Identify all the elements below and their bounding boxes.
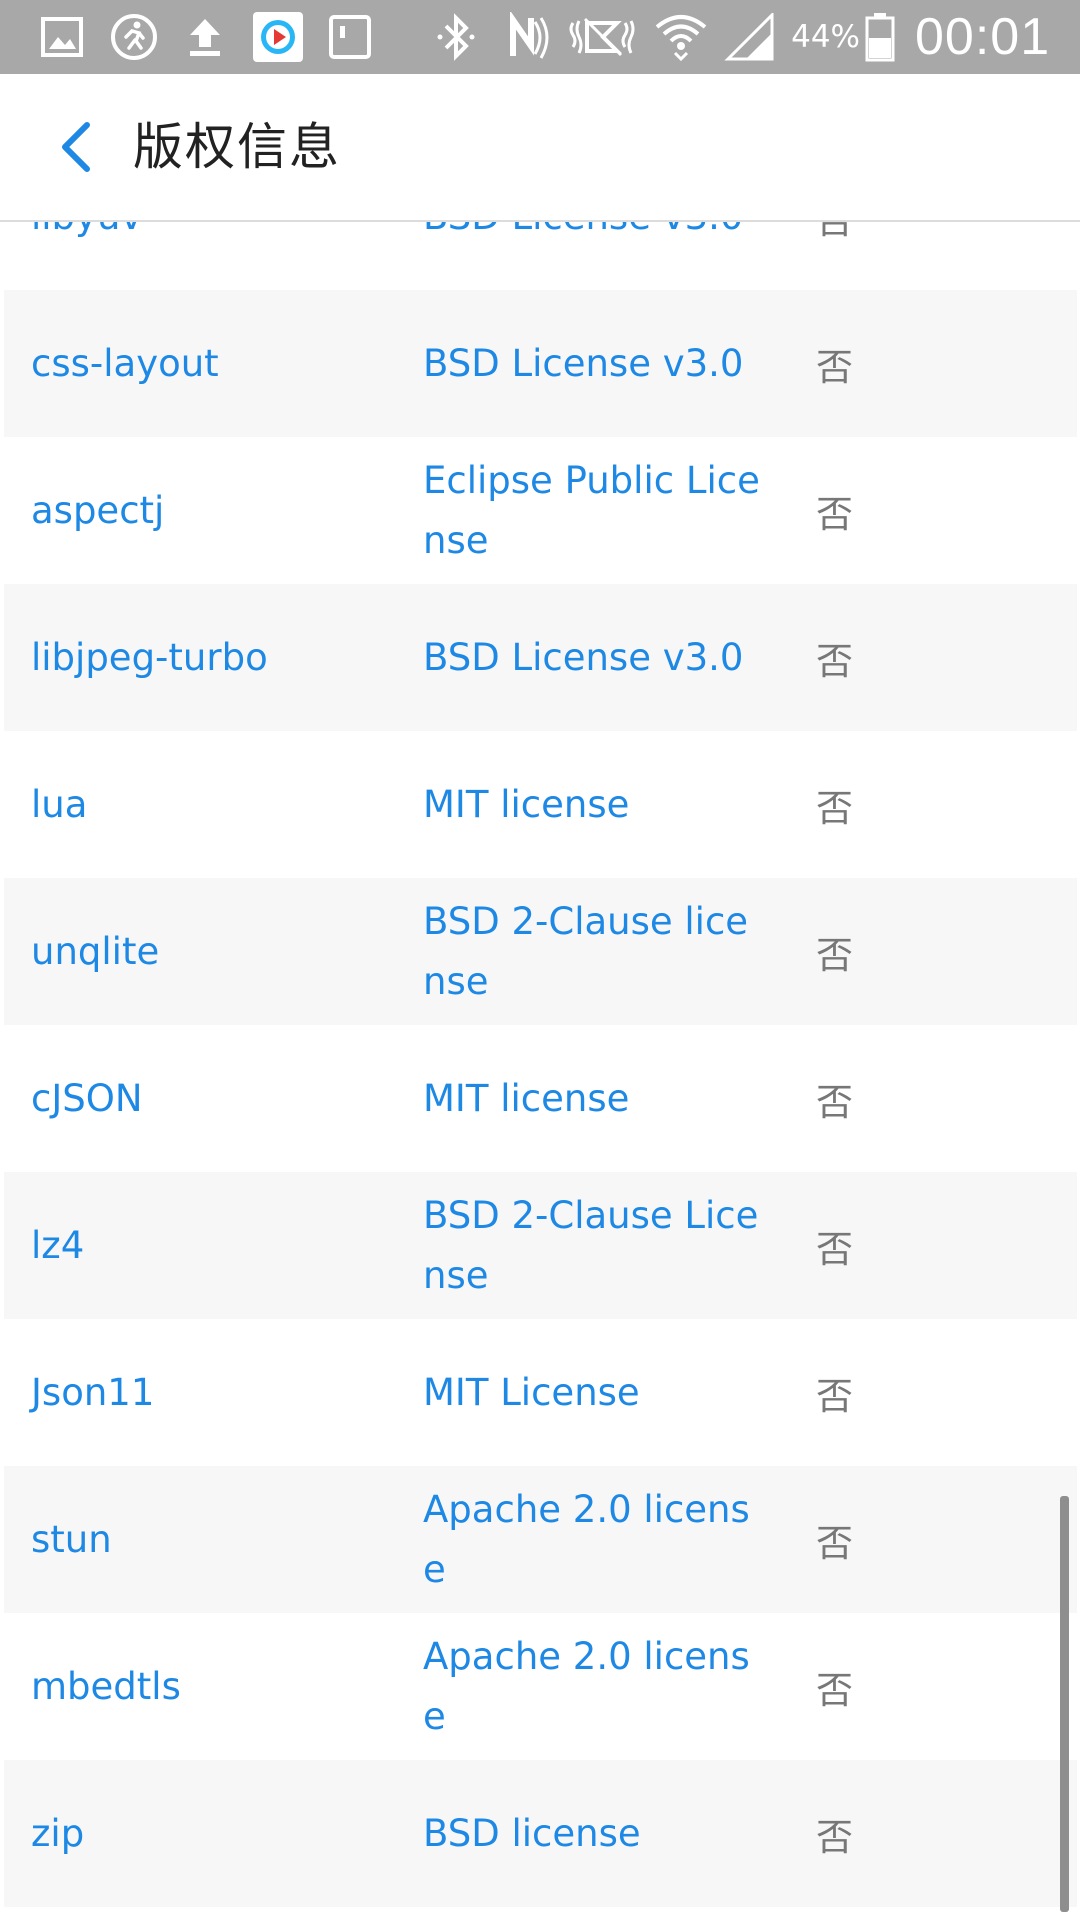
license-name[interactable]: MIT License <box>423 1319 768 1466</box>
library-name[interactable]: css-layout <box>31 290 401 437</box>
license-name[interactable]: BSD License v3.0 <box>423 222 768 290</box>
license-name[interactable]: MIT license <box>423 1025 768 1172</box>
modified-flag: 否 <box>816 1521 853 1565</box>
list-item[interactable]: Json11 MIT License 否 <box>4 1319 1077 1466</box>
modified-flag: 否 <box>816 786 853 830</box>
list-item[interactable]: aspectj Eclipse Public License 否 <box>4 437 1077 584</box>
modified-flag: 否 <box>816 639 853 683</box>
library-name[interactable]: zip <box>31 1760 401 1907</box>
battery-icon <box>862 0 898 74</box>
license-name[interactable]: BSD 2-Clause License <box>423 1172 768 1319</box>
list-item[interactable]: libyuv BSD License v3.0 否 <box>4 222 1077 290</box>
gallery-icon <box>38 0 86 74</box>
library-name[interactable]: libjpeg-turbo <box>31 584 401 731</box>
library-name[interactable]: mbedtls <box>31 1613 401 1760</box>
license-name[interactable]: Eclipse Public License <box>423 437 768 584</box>
list-item[interactable]: lz4 BSD 2-Clause License 否 <box>4 1172 1077 1319</box>
modified-flag: 否 <box>816 933 853 977</box>
modified-flag: 否 <box>816 1374 853 1418</box>
license-name[interactable]: BSD license <box>423 1760 768 1907</box>
app-bar: 版权信息 <box>0 74 1080 222</box>
license-list[interactable]: libyuvBSD License v3.0否css-layoutBSD Lic… <box>0 222 1080 1920</box>
modified-flag: 否 <box>816 1668 853 1712</box>
modified-flag: 否 <box>816 222 876 290</box>
list-item[interactable]: unqlite BSD 2-Clause license 否 <box>4 878 1077 1025</box>
back-button[interactable] <box>30 104 120 194</box>
library-name[interactable]: Json11 <box>31 1319 401 1466</box>
chevron-left-icon <box>55 119 95 179</box>
bluetooth-icon <box>432 0 480 74</box>
modified-flag: 否 <box>816 345 853 389</box>
list-item[interactable]: libjpeg-turbo BSD License v3.0 否 <box>4 584 1077 731</box>
license-name[interactable]: Apache 2.0 license <box>423 1613 768 1760</box>
list-item[interactable]: stun Apache 2.0 license 否 <box>4 1466 1077 1613</box>
library-name[interactable]: lua <box>31 731 401 878</box>
vibrate-icon <box>566 0 638 74</box>
license-name[interactable]: BSD License v3.0 <box>423 584 768 731</box>
modified-flag: 否 <box>816 1227 853 1271</box>
signal-icon <box>722 0 778 74</box>
status-bar: 44% 00:01 <box>0 0 1080 74</box>
page-title: 版权信息 <box>133 118 341 176</box>
modified-flag: 否 <box>816 1080 853 1124</box>
nfc-icon <box>505 0 555 74</box>
modified-flag: 否 <box>816 1815 853 1859</box>
library-name[interactable]: aspectj <box>31 437 401 584</box>
list-item[interactable]: css-layout BSD License v3.0 否 <box>4 290 1077 437</box>
license-name[interactable]: MIT license <box>423 731 768 878</box>
list-item[interactable]: mbedtls Apache 2.0 license 否 <box>4 1613 1077 1760</box>
wifi-icon <box>652 0 710 74</box>
list-item[interactable]: zip BSD license 否 <box>4 1760 1077 1907</box>
library-name[interactable]: libyuv <box>31 222 401 290</box>
license-name[interactable]: BSD 2-Clause license <box>423 878 768 1025</box>
battery-percent: 44% <box>791 19 860 55</box>
running-icon <box>108 0 160 74</box>
list-item[interactable]: cJSON MIT license 否 <box>4 1025 1077 1172</box>
modified-flag: 否 <box>816 492 853 536</box>
sim-icon <box>325 0 375 74</box>
scrollbar-thumb[interactable] <box>1060 1496 1069 1912</box>
library-name[interactable]: stun <box>31 1466 401 1613</box>
library-name[interactable]: unqlite <box>31 878 401 1025</box>
app-icon <box>252 0 304 74</box>
license-name[interactable]: Apache 2.0 license <box>423 1466 768 1613</box>
library-name[interactable]: cJSON <box>31 1025 401 1172</box>
clock-time: 00:01 <box>915 8 1051 66</box>
license-name[interactable]: BSD License v3.0 <box>423 290 768 437</box>
license-list-content: libyuvBSD License v3.0否css-layoutBSD Lic… <box>4 222 1077 1907</box>
upload-icon <box>182 0 228 74</box>
list-item[interactable]: lua MIT license 否 <box>4 731 1077 878</box>
library-name[interactable]: lz4 <box>31 1172 401 1319</box>
